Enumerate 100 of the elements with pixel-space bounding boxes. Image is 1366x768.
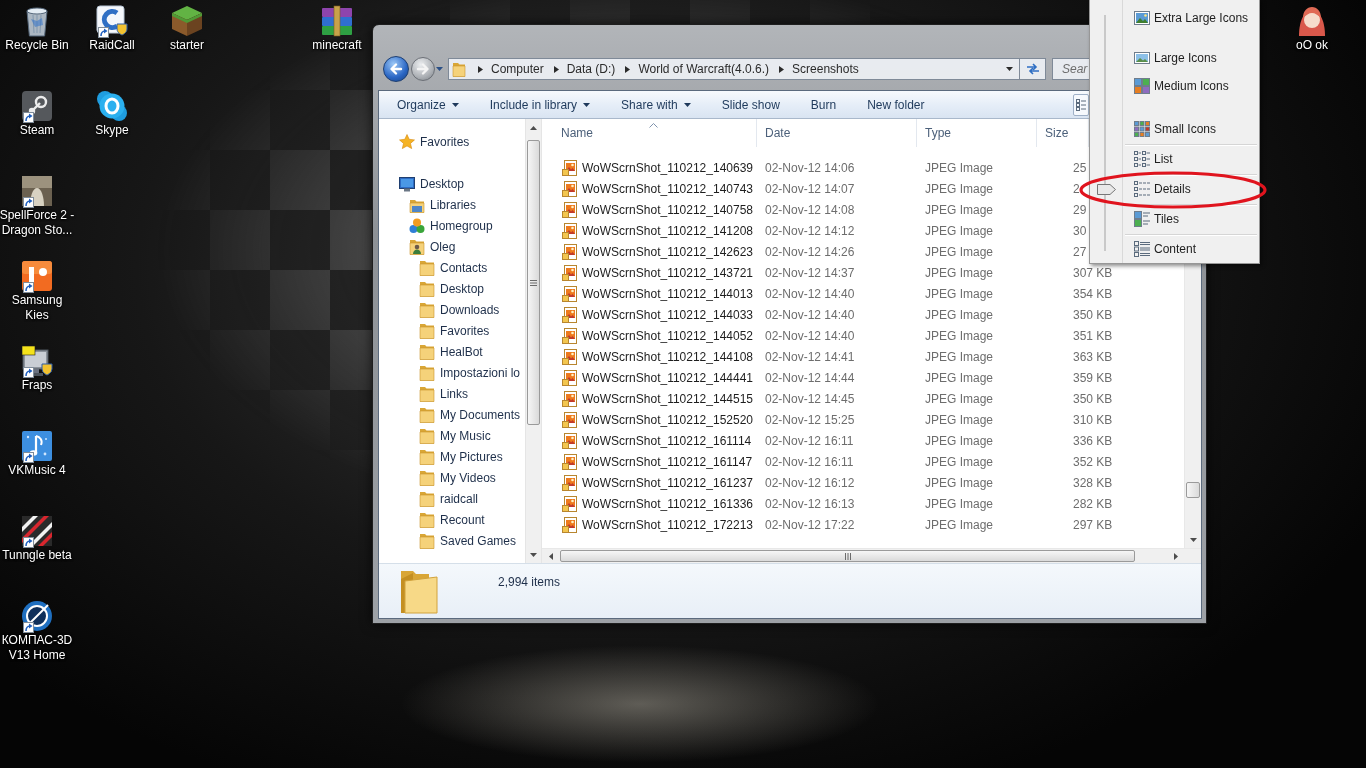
- refresh-button[interactable]: [1020, 58, 1046, 80]
- back-button[interactable]: [383, 56, 409, 82]
- desktop-icon-label[interactable]: КОМПАС-3D V13 Home: [0, 633, 75, 663]
- menu-item[interactable]: List: [1123, 147, 1257, 171]
- desktop-icon-label[interactable]: SpellForce 2 - Dragon Sto...: [0, 208, 75, 238]
- menu-item[interactable]: Tiles: [1123, 207, 1257, 231]
- column-header[interactable]: Name: [542, 119, 757, 147]
- desktop-icon-label[interactable]: Steam: [19, 123, 55, 138]
- image-file-icon: [562, 411, 578, 428]
- slider-thumb[interactable]: [1097, 184, 1116, 195]
- toolbar-button[interactable]: Slide show: [712, 92, 789, 117]
- column-header[interactable]: Date: [757, 119, 917, 147]
- nav-item[interactable]: Favorites: [419, 320, 492, 341]
- cloud-logo-icon[interactable]: [96, 90, 128, 122]
- file-name[interactable]: WoWScrnShot_110212_142623: [582, 242, 753, 261]
- picture-icon: [1134, 50, 1150, 66]
- scrollbar[interactable]: [525, 119, 541, 563]
- nav-item[interactable]: Contacts: [419, 257, 490, 278]
- breadcrumb-arrow-icon[interactable]: [478, 65, 483, 73]
- toolbar-button[interactable]: Organize: [388, 92, 468, 117]
- scrollbar-thumb[interactable]: [1186, 482, 1200, 498]
- arc-logo-icon[interactable]: [96, 5, 128, 37]
- address-bar[interactable]: Computer Data (D:) World of Warcraft(4.0.6.) Screenshots: [448, 58, 1020, 80]
- nav-item[interactable]: Desktop: [399, 173, 467, 194]
- app-tile-icon[interactable]: [21, 260, 53, 292]
- file-date: 02-Nov-12 14:40: [765, 307, 855, 322]
- menu-item[interactable]: Medium Icons: [1123, 74, 1257, 98]
- file-name[interactable]: WoWScrnShot_110212_144033: [582, 305, 753, 324]
- nav-item[interactable]: Impostazioni lo: [419, 362, 523, 383]
- file-name[interactable]: WoWScrnShot_110212_172213: [582, 515, 753, 534]
- desktop-icon-label[interactable]: Samsung Kies: [0, 293, 75, 323]
- toolbar-button[interactable]: New folder: [858, 92, 934, 117]
- desktop-icon-label[interactable]: VKMusic 4: [8, 463, 66, 478]
- file-name[interactable]: WoWScrnShot_110212_144052: [582, 326, 753, 345]
- column-header[interactable]: Type: [917, 119, 1037, 147]
- breadcrumb-item[interactable]: Computer: [491, 60, 544, 78]
- picture-grid-icon: [1134, 78, 1150, 94]
- desktop-icon-label[interactable]: Tunngle beta: [2, 548, 72, 563]
- nav-item[interactable]: Recount: [419, 509, 487, 530]
- desktop-icon-label[interactable]: Recycle Bin: [5, 38, 69, 53]
- wheel-logo-icon[interactable]: [21, 90, 53, 122]
- nav-item[interactable]: My Music: [419, 425, 493, 446]
- breadcrumb-arrow-icon[interactable]: [779, 65, 785, 73]
- breadcrumb-item[interactable]: World of Warcraft(4.0.6.): [638, 60, 770, 78]
- striped-tile-icon[interactable]: [21, 515, 53, 547]
- desktop-icon-label[interactable]: Fraps: [21, 378, 53, 393]
- breadcrumb-item[interactable]: Screenshots: [792, 60, 859, 78]
- nav-item[interactable]: My Documents: [419, 404, 523, 425]
- nav-item[interactable]: raidcall: [419, 488, 480, 509]
- file-name[interactable]: WoWScrnShot_110212_144441: [582, 368, 753, 387]
- nav-item[interactable]: My Pictures: [419, 446, 505, 467]
- file-name[interactable]: WoWScrnShot_110212_144515: [582, 389, 753, 408]
- desktop-icon-label[interactable]: Skype: [95, 123, 129, 138]
- nav-item[interactable]: Favorites: [399, 131, 472, 152]
- nav-item[interactable]: HealBot: [419, 341, 485, 362]
- breadcrumb-arrow-icon[interactable]: [553, 65, 559, 73]
- nav-item[interactable]: Saved Games: [419, 530, 519, 551]
- file-name[interactable]: WoWScrnShot_110212_140743: [582, 179, 753, 198]
- file-name[interactable]: WoWScrnShot_110212_141208: [582, 221, 753, 240]
- toolbar-button[interactable]: Burn: [801, 92, 846, 117]
- character-avatar-icon[interactable]: [1296, 5, 1328, 37]
- music-note-icon[interactable]: [21, 430, 53, 462]
- artwork-thumbnail-icon[interactable]: [21, 175, 53, 207]
- menu-item[interactable]: Extra Large Icons: [1123, 6, 1257, 30]
- nav-item[interactable]: Libraries: [409, 194, 479, 215]
- scrollbar[interactable]: [542, 548, 1201, 563]
- desktop-icon-label[interactable]: oO ok: [1296, 38, 1328, 53]
- nav-item[interactable]: Homegroup: [409, 215, 495, 236]
- scrollbar-thumb[interactable]: [560, 550, 1135, 562]
- scrollbar-thumb[interactable]: [527, 140, 540, 425]
- menu-item[interactable]: Small Icons: [1123, 117, 1257, 141]
- nav-item[interactable]: My Videos: [419, 467, 498, 488]
- views-button[interactable]: [1073, 93, 1089, 116]
- file-name[interactable]: WoWScrnShot_110212_144013: [582, 284, 753, 303]
- desktop-icon-label[interactable]: starter: [170, 38, 204, 53]
- grass-block-icon[interactable]: [171, 5, 203, 37]
- file-name[interactable]: WoWScrnShot_110212_140639: [582, 158, 753, 177]
- file-name[interactable]: WoWScrnShot_110212_161336: [582, 494, 753, 513]
- toolbar-button[interactable]: Share with: [612, 92, 700, 117]
- nav-item[interactable]: Downloads: [419, 299, 502, 320]
- nav-item[interactable]: Oleg: [409, 236, 458, 257]
- file-name[interactable]: WoWScrnShot_110212_161237: [582, 473, 753, 492]
- nav-item[interactable]: Desktop: [419, 278, 487, 299]
- file-name[interactable]: WoWScrnShot_110212_140758: [582, 200, 753, 219]
- book-stack-icon[interactable]: [321, 5, 353, 37]
- file-type: JPEG Image: [925, 202, 994, 217]
- breadcrumb-item[interactable]: Data (D:): [566, 60, 616, 78]
- toolbar-button[interactable]: Include in library: [480, 92, 600, 117]
- desktop-icon-label[interactable]: minecraft: [312, 38, 362, 53]
- caret-down-icon[interactable]: [1006, 67, 1013, 71]
- menu-item[interactable]: Large Icons: [1123, 46, 1257, 70]
- file-name[interactable]: WoWScrnShot_110212_161114: [582, 431, 752, 450]
- file-name[interactable]: WoWScrnShot_110212_152520: [582, 410, 753, 429]
- menu-item[interactable]: Content: [1123, 237, 1257, 261]
- file-name[interactable]: WoWScrnShot_110212_144108: [582, 347, 753, 366]
- desktop-icon-label[interactable]: RaidCall: [89, 38, 135, 53]
- breadcrumb-arrow-icon[interactable]: [625, 65, 631, 73]
- nav-item[interactable]: Links: [419, 383, 470, 404]
- file-name[interactable]: WoWScrnShot_110212_161147: [582, 452, 753, 471]
- file-name[interactable]: WoWScrnShot_110212_143721: [582, 263, 753, 282]
